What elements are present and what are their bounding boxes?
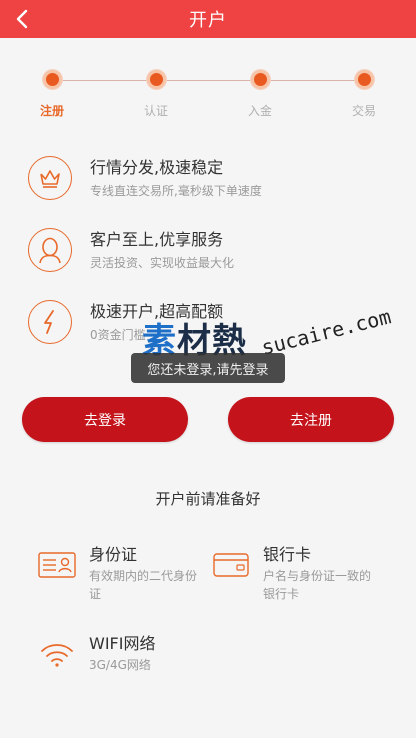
feature-title: 行情分发,极速稳定: [90, 158, 224, 177]
feature-subtitle: 专线直连交易所,毫秒级下单速度: [90, 184, 262, 198]
step-dot: [250, 70, 270, 89]
header-bar: 开户: [0, 0, 416, 38]
wifi-icon: [37, 634, 77, 674]
progress-steps: 注册 认证 入金 交易: [0, 60, 416, 120]
prepare-title: 开户前请准备好: [155, 490, 261, 508]
feature-title: 客户至上,优享服务: [90, 230, 224, 249]
prepare-item-subtitle: 有效期内的二代身份证: [89, 569, 198, 601]
prepare-item-title: WIFI网络: [89, 634, 156, 653]
prepare-item-title: 身份证: [89, 545, 138, 564]
step-dot: [146, 70, 166, 89]
step-deposit: 入金: [230, 70, 290, 119]
chevron-left-icon: [16, 9, 28, 29]
step-label: 认证: [143, 104, 168, 118]
feature-item-market: 行情分发,极速稳定 专线直连交易所,毫秒级下单速度: [24, 156, 394, 212]
bank-card-icon: [211, 545, 251, 585]
step-label: 注册: [39, 104, 64, 118]
feature-item-service: 客户至上,优享服务 灵活投资、实现收益最大化: [24, 228, 394, 284]
prepare-item-title: 银行卡: [263, 545, 312, 564]
feature-item-fast-open: 极速开户,超高配额 0资金门槛: [24, 300, 394, 356]
back-button[interactable]: [8, 4, 36, 34]
prepare-item-subtitle: 户名与身份证一致的银行卡: [263, 569, 372, 601]
crown-icon: [28, 156, 72, 200]
login-toast: 您还未登录,请先登录: [131, 353, 285, 383]
id-card-icon: [37, 545, 77, 585]
feature-subtitle: 灵活投资、实现收益最大化: [90, 256, 235, 270]
prepare-item-id-card: 身份证 有效期内的二代身份证: [37, 541, 217, 611]
prepare-item-bank-card: 银行卡 户名与身份证一致的银行卡: [211, 541, 391, 611]
step-verify: 认证: [126, 70, 186, 119]
login-button[interactable]: 去登录: [22, 397, 188, 442]
step-label: 交易: [351, 104, 376, 118]
feature-title: 极速开户,超高配额: [90, 302, 224, 321]
user-icon: [28, 228, 72, 272]
feature-subtitle: 0资金门槛: [90, 328, 146, 342]
page-title: 开户: [189, 10, 227, 31]
step-dot: [42, 70, 62, 89]
prepare-item-subtitle: 3G/4G网络: [89, 658, 151, 672]
steps-line: [52, 80, 364, 81]
lightning-icon: [28, 300, 72, 344]
register-button[interactable]: 去注册: [228, 397, 394, 442]
step-label: 入金: [247, 104, 272, 118]
step-trade: 交易: [334, 70, 394, 119]
prepare-item-wifi: WIFI网络 3G/4G网络: [37, 630, 217, 700]
step-register: 注册: [22, 70, 82, 119]
step-dot: [354, 70, 374, 89]
